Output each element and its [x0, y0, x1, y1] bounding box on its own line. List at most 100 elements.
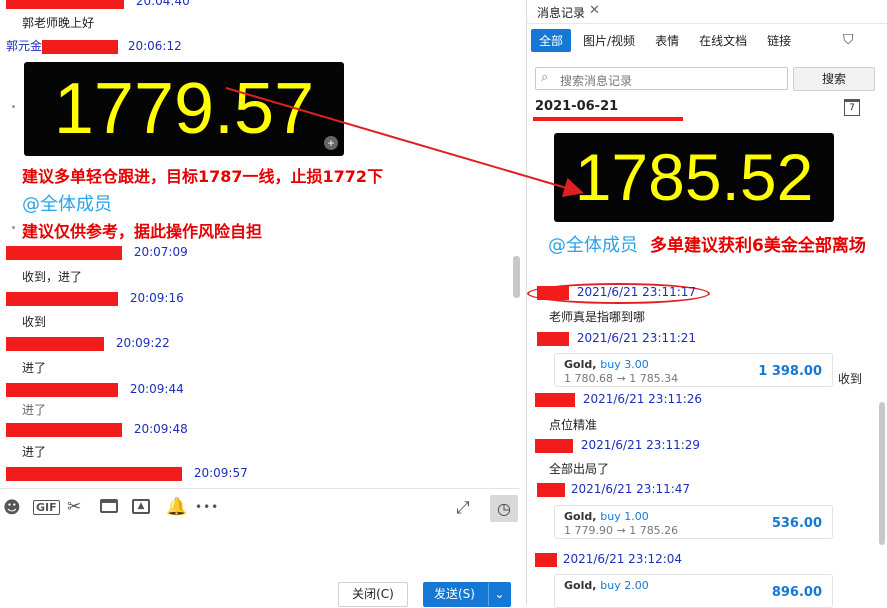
message-header: 2021/6/21 23:11:17	[537, 285, 696, 300]
more-icon[interactable]: •••	[195, 500, 219, 514]
message-text: 进了	[22, 445, 47, 459]
trade-card[interactable]: Gold, buy 2.00 896.00	[554, 574, 833, 608]
price-board-value: 1779.57	[53, 69, 315, 149]
zoom-icon[interactable]: +	[324, 136, 338, 150]
annotation-text: 建议多单轻仓跟进，目标1787一线，止损1772下	[22, 167, 384, 186]
message-header: 2021/6/21 23:11:47	[537, 482, 690, 497]
redacted-name	[6, 382, 118, 397]
message-time: 2021/6/21 23:11:17	[576, 285, 697, 299]
gif-label: GIF	[36, 501, 57, 514]
close-button[interactable]: 关闭(C)	[338, 582, 408, 607]
more-label: •••	[195, 500, 220, 514]
send-button[interactable]: 发送(S) ⌄	[423, 582, 511, 607]
message-header: 20:09:22	[6, 336, 170, 351]
message-header: 20:04:40	[6, 0, 190, 9]
calendar-day: 7	[849, 103, 855, 113]
message-time: 20:06:12	[127, 39, 182, 53]
tab-links[interactable]: 链接	[759, 29, 799, 52]
redacted-name	[42, 39, 119, 54]
tab-media[interactable]: 图片/视频	[575, 29, 643, 52]
message-time: 20:09:48	[133, 422, 188, 436]
message-text: 郭老师晚上好	[22, 16, 95, 30]
price-board-image[interactable]: 1785.52	[554, 133, 834, 222]
redacted-name	[537, 285, 569, 300]
message-header: 20:09:57	[6, 466, 248, 481]
message-time: 20:09:16	[129, 291, 184, 305]
redacted-name	[6, 422, 122, 437]
message-header: 20:09:44	[6, 382, 184, 397]
redacted-name	[535, 392, 575, 407]
history-icon[interactable]: ◷	[490, 495, 518, 522]
redacted-name	[537, 482, 565, 497]
message-text: 收到，进了	[22, 270, 83, 284]
message-time: 20:09:57	[193, 466, 248, 480]
folder-icon[interactable]	[100, 499, 118, 513]
search-input[interactable]: ⌕ 搜索消息记录	[535, 67, 788, 90]
tab-emoji[interactable]: 表情	[647, 29, 687, 52]
trade-card[interactable]: Gold, buy 1.00 1 779.90 → 1 785.26 536.0…	[554, 505, 833, 539]
annotation-text: 建议仅供参考，据此操作风险自担	[22, 222, 263, 241]
message-text: 收到	[838, 372, 863, 386]
message-time: 20:04:40	[135, 0, 190, 8]
price-board-value: 1785.52	[574, 140, 814, 214]
search-button[interactable]: 搜索	[793, 67, 875, 91]
message-time: 20:07:09	[133, 245, 188, 259]
gif-icon[interactable]: GIF	[33, 500, 60, 515]
bullet-dot	[12, 226, 15, 229]
message-history-panel: 消息记录 ✕ 全部 图片/视频 表情 在线文档 链接 ⛉ ⌕ 搜索消息记录 搜索…	[526, 0, 887, 608]
message-text: 点位精准	[549, 418, 598, 432]
image-icon[interactable]: ▲	[132, 499, 150, 514]
bullet-dot	[12, 105, 15, 108]
message-header: 2021/6/21 23:11:21	[537, 331, 696, 346]
redacted-name	[6, 245, 122, 260]
message-time: 2021/6/21 23:11:26	[582, 392, 703, 406]
message-time: 2021/6/21 23:11:29	[580, 438, 701, 452]
calendar-icon[interactable]: 7	[844, 99, 860, 116]
date-label: 2021-06-21	[535, 99, 619, 114]
scrollbar-thumb[interactable]	[879, 402, 885, 545]
redacted-name	[6, 466, 182, 481]
chevron-down-icon[interactable]: ⌄	[488, 583, 510, 606]
scissors-icon[interactable]: ✂	[67, 497, 81, 517]
message-text: 收到	[22, 315, 47, 329]
annotation-text: 多单建议获利6美金全部离场	[650, 236, 866, 256]
message-header: 2021/6/21 23:11:29	[535, 438, 700, 453]
message-time: 2021/6/21 23:11:21	[576, 331, 697, 345]
trade-prices: 1 779.90 → 1 785.26	[564, 524, 679, 537]
redacted-name	[537, 331, 569, 346]
bell-icon[interactable]: 🔔	[166, 497, 187, 517]
trade-profit: 896.00	[771, 585, 822, 600]
message-text: 老师真是指哪到哪	[549, 310, 646, 324]
redacted-name	[535, 552, 557, 567]
message-header: 20:09:48	[6, 422, 188, 437]
trade-card[interactable]: Gold, buy 3.00 1 780.68 → 1 785.34 1 398…	[554, 353, 833, 387]
search-placeholder: 搜索消息记录	[560, 74, 633, 88]
tab-all[interactable]: 全部	[531, 29, 572, 52]
redacted-name	[6, 291, 118, 306]
sender-name[interactable]: 郭元金	[6, 39, 42, 53]
trade-prices: 1 780.68 → 1 785.34	[564, 372, 679, 385]
scrollbar-thumb[interactable]	[513, 256, 520, 298]
expand-icon[interactable]: ⤢	[456, 498, 470, 518]
emoji-icon[interactable]: ☻	[3, 498, 21, 518]
panel-title: 消息记录	[537, 6, 586, 20]
message-header: 2021/6/21 23:12:04	[535, 552, 682, 567]
tab-online-docs[interactable]: 在线文档	[691, 29, 755, 52]
redacted-name	[533, 117, 683, 121]
redacted-name	[535, 438, 573, 453]
mention-all[interactable]: @全体成员	[22, 190, 112, 216]
message-time: 20:09:22	[115, 336, 170, 350]
redacted-name	[6, 336, 104, 351]
message-text: 进了	[22, 361, 47, 375]
divider	[0, 488, 520, 489]
filter-icon[interactable]: ⛉	[843, 32, 854, 48]
close-icon[interactable]: ✕	[589, 3, 600, 18]
panel-header: 消息记录 ✕	[527, 0, 887, 24]
trade-profit: 536.00	[771, 516, 822, 531]
message-time: 2021/6/21 23:11:47	[570, 482, 691, 496]
message-header: 20:07:09	[6, 245, 188, 260]
message-time: 2021/6/21 23:12:04	[562, 552, 683, 566]
message-header: 郭元金 20:06:12	[6, 37, 182, 54]
message-header: 20:09:16	[6, 291, 184, 306]
price-board-image[interactable]: 1779.57 +	[24, 62, 344, 156]
